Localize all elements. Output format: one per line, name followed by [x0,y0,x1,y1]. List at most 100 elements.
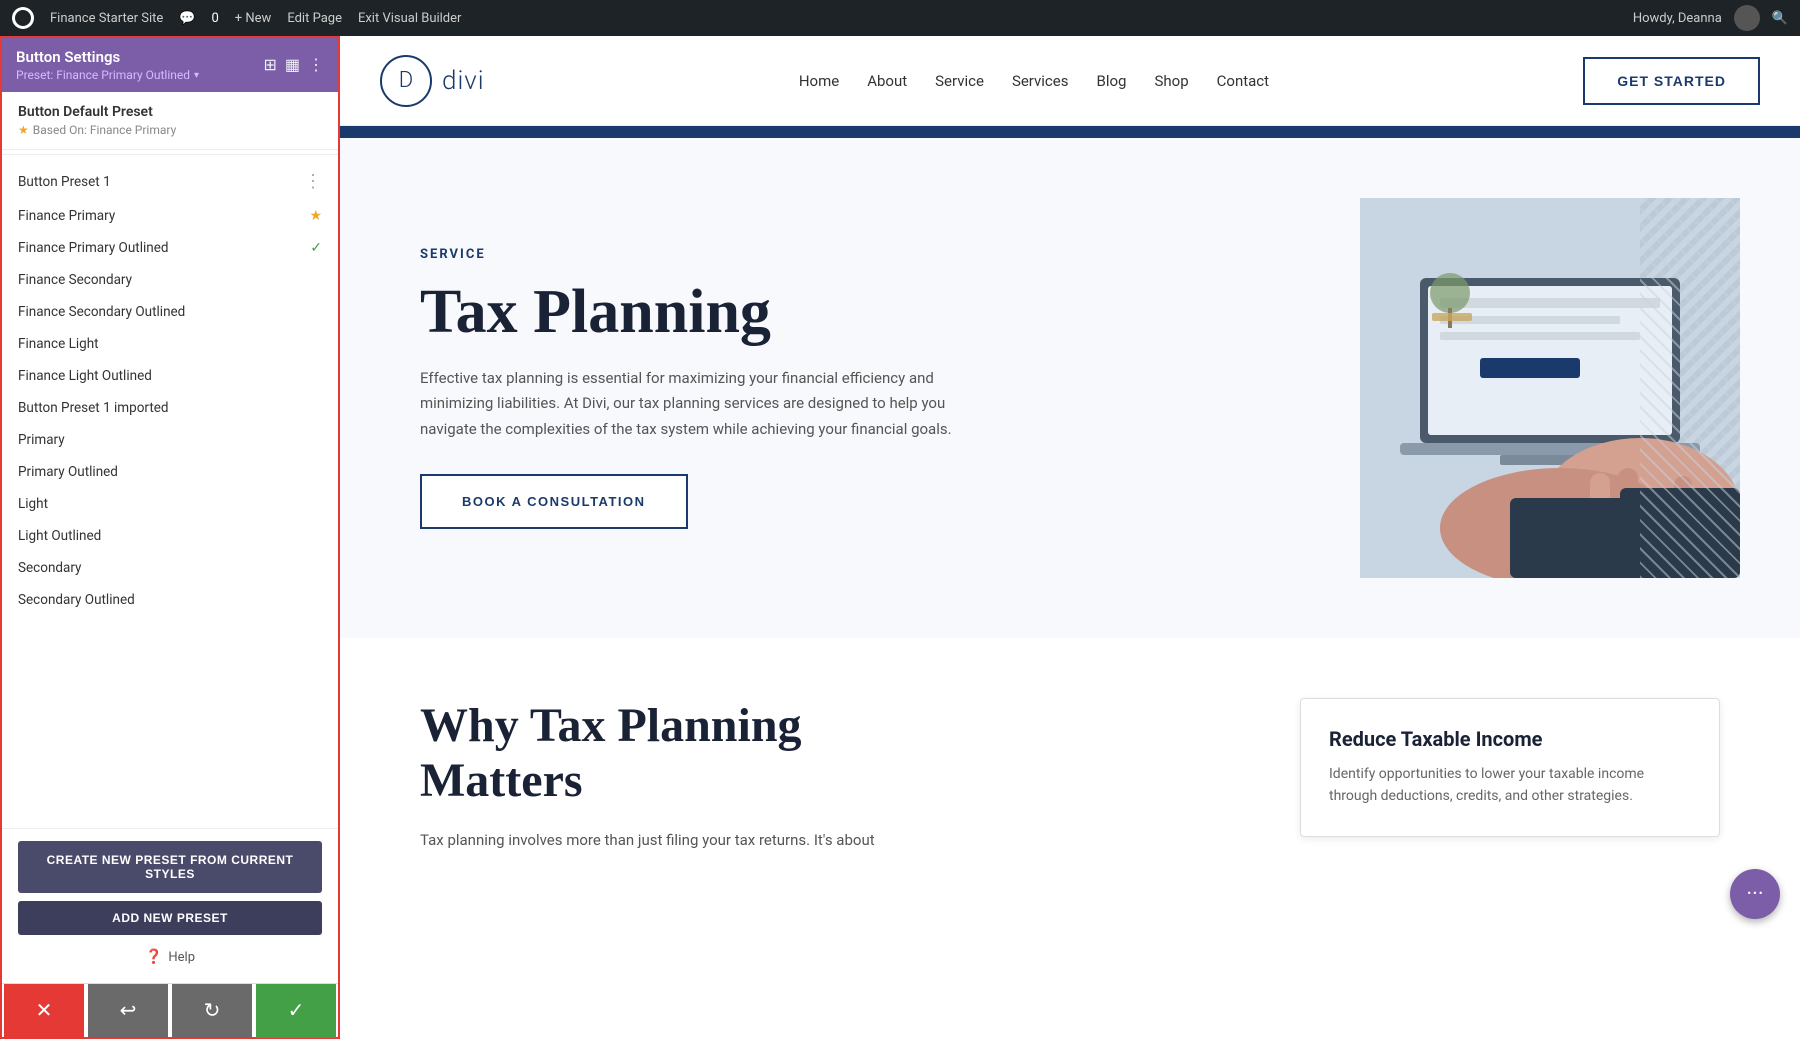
preset-label[interactable]: Preset: Finance Primary Outlined [16,68,190,82]
help-icon: ❓ [145,949,162,965]
preset-name-btn-preset-1-imported: Button Preset 1 imported [18,400,322,416]
avatar [1734,5,1760,31]
section2: Why Tax Planning Matters Tax planning in… [340,638,1800,914]
preset-name-btn-preset-1: Button Preset 1 [18,174,304,190]
panel-icon-copy[interactable]: ⊞ [263,55,276,75]
fab-button[interactable]: ··· [1730,869,1780,919]
dots-icon-btn-preset-1: ⋮ [304,171,322,192]
main-layout: Button Settings Preset: Finance Primary … [0,36,1800,1039]
default-preset-sub: ★ Based On: Finance Primary [18,123,322,137]
stripe-decoration [1640,198,1740,578]
nav-link-contact[interactable]: Contact [1217,72,1269,90]
add-preset-button[interactable]: ADD NEW PRESET [18,901,322,935]
default-preset-section: Button Default Preset ★ Based On: Financ… [2,92,338,150]
site-logo: D divi [380,55,485,107]
preset-item-light[interactable]: Light [2,488,338,520]
wp-logo[interactable] [12,7,34,29]
hero-title: Tax Planning [420,278,1300,346]
new-link[interactable]: + New [235,11,272,26]
preset-item-btn-preset-1-imported[interactable]: Button Preset 1 imported [2,392,338,424]
button-settings-panel: Button Settings Preset: Finance Primary … [0,36,340,1039]
redo-button[interactable]: ↻ [172,984,252,1038]
preset-item-btn-preset-1[interactable]: Button Preset 1⋮ [2,163,338,200]
hero-section: SERVICE Tax Planning Effective tax plann… [340,138,1800,638]
panel-actions: CREATE NEW PRESET FROM CURRENT STYLES AD… [2,828,338,983]
preset-list: Button Preset 1⋮Finance Primary★Finance … [2,159,338,620]
save-button[interactable]: ✓ [256,984,336,1038]
preset-name-primary: Primary [18,432,322,448]
preset-name-finance-primary-outlined: Finance Primary Outlined [18,240,310,256]
panel-subtitle: Preset: Finance Primary Outlined ▾ [16,68,199,82]
nav-link-services[interactable]: Services [1012,72,1069,90]
info-card-text: Identify opportunities to lower your tax… [1329,763,1691,808]
preset-item-finance-primary[interactable]: Finance Primary★ [2,200,338,232]
preset-item-finance-light-outlined[interactable]: Finance Light Outlined [2,360,338,392]
blue-band [340,126,1800,138]
get-started-button[interactable]: GET STARTED [1583,57,1760,105]
list-divider [2,154,338,155]
star-icon: ★ [18,123,29,137]
nav-link-blog[interactable]: Blog [1096,72,1126,90]
preset-item-secondary[interactable]: Secondary [2,552,338,584]
preset-name-secondary: Secondary [18,560,322,576]
nav-link-shop[interactable]: Shop [1154,72,1188,90]
nav-link-home[interactable]: Home [799,72,839,90]
preset-item-primary-outlined[interactable]: Primary Outlined [2,456,338,488]
caret-icon: ▾ [194,70,199,81]
preset-item-secondary-outlined[interactable]: Secondary Outlined [2,584,338,616]
help-label: Help [168,950,195,965]
info-card: Reduce Taxable Income Identify opportuni… [1300,698,1720,837]
undo-button[interactable]: ↩ [88,984,168,1038]
site-preview: D divi Home About Service Services Blog Shop C… [340,36,1800,1039]
hero-description: Effective tax planning is essential for … [420,366,960,443]
based-on-text: Based On: Finance Primary [33,123,176,137]
preset-name-light-outlined: Light Outlined [18,528,322,544]
preset-item-primary[interactable]: Primary [2,424,338,456]
panel-icon-layout[interactable]: ▦ [285,55,300,75]
preset-item-finance-secondary[interactable]: Finance Secondary [2,264,338,296]
search-icon[interactable]: 🔍 [1772,11,1788,26]
preset-name-finance-secondary-outlined: Finance Secondary Outlined [18,304,322,320]
check-icon-finance-primary-outlined: ✓ [310,240,322,256]
preset-name-finance-light-outlined: Finance Light Outlined [18,368,322,384]
default-preset-title: Button Default Preset [18,104,322,120]
edit-page-link[interactable]: Edit Page [287,11,342,26]
help-link[interactable]: ❓ Help [18,943,322,971]
preset-name-light: Light [18,496,322,512]
logo-circle: D [380,55,432,107]
panel-header-icons: ⊞ ▦ ⋮ [263,55,324,75]
preset-item-finance-primary-outlined[interactable]: Finance Primary Outlined✓ [2,232,338,264]
section2-title: Why Tax Planning Matters [420,698,920,808]
panel-icon-more[interactable]: ⋮ [308,55,324,75]
section2-content: Why Tax Planning Matters Tax planning in… [420,698,1720,854]
hero-image [1360,198,1740,578]
exit-builder-link[interactable]: Exit Visual Builder [358,11,461,26]
admin-bar: Finance Starter Site 💬 0 + New Edit Page… [0,0,1800,36]
comment-count: 0 [211,11,218,26]
section2-right: Reduce Taxable Income Identify opportuni… [1300,698,1720,837]
cancel-button[interactable]: ✕ [4,984,84,1038]
section2-left: Why Tax Planning Matters Tax planning in… [420,698,1240,854]
hero-label: SERVICE [420,247,1300,262]
nav-link-about[interactable]: About [867,72,907,90]
preset-name-primary-outlined: Primary Outlined [18,464,322,480]
preset-item-finance-secondary-outlined[interactable]: Finance Secondary Outlined [2,296,338,328]
site-navigation: D divi Home About Service Services Blog Shop C… [340,36,1800,126]
site-name: Finance Starter Site [50,11,163,26]
panel-content: Button Default Preset ★ Based On: Financ… [2,92,338,828]
book-consultation-button[interactable]: BOOK A CONSULTATION [420,474,688,529]
preset-item-light-outlined[interactable]: Light Outlined [2,520,338,552]
logo-text: divi [442,66,485,96]
logo-letter: D [399,68,413,93]
nav-link-service[interactable]: Service [935,72,984,90]
preset-name-finance-light: Finance Light [18,336,322,352]
info-card-title: Reduce Taxable Income [1329,727,1691,751]
create-preset-button[interactable]: CREATE NEW PRESET FROM CURRENT STYLES [18,841,322,893]
preset-item-finance-light[interactable]: Finance Light [2,328,338,360]
bottom-toolbar: ✕ ↩ ↻ ✓ [2,983,338,1037]
preset-name-finance-secondary: Finance Secondary [18,272,322,288]
star-icon-finance-primary: ★ [309,208,322,224]
preset-name-secondary-outlined: Secondary Outlined [18,592,322,608]
nav-links: Home About Service Services Blog Shop Contact [799,72,1269,90]
panel-header: Button Settings Preset: Finance Primary … [2,38,338,92]
